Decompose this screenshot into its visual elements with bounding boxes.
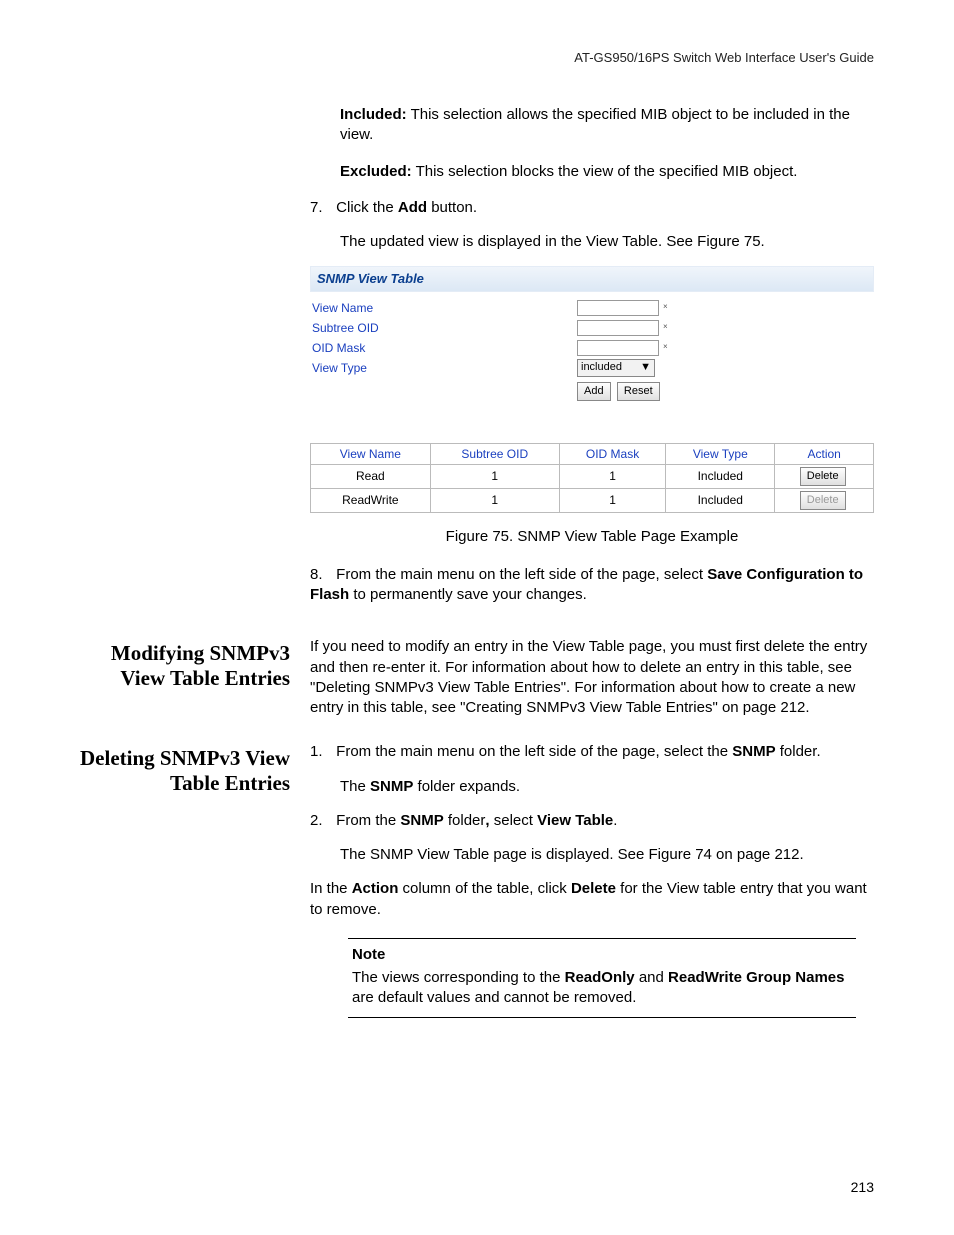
deleting-heading: Deleting SNMPv3 View Table Entries [80,746,290,796]
view-name-input[interactable] [577,300,659,316]
col-subtree-oid: Subtree OID [430,443,559,464]
excluded-text: This selection blocks the view of the sp… [412,163,798,180]
page-number: 213 [851,1179,874,1195]
oid-mask-input[interactable] [577,340,659,356]
deleting-step-1-follow: The SNMP folder expands. [340,777,874,797]
step-8-number: 8. [310,565,332,585]
modifying-heading: Modifying SNMPv3 View Table Entries [80,641,290,691]
view-name-label: View Name [312,300,577,316]
view-table: View Name Subtree OID OID Mask View Type… [310,443,874,513]
delete-button-disabled: Delete [800,491,846,510]
table-row: ReadWrite 1 1 Included Delete [311,488,874,512]
clear-icon[interactable]: × [663,302,668,313]
deleting-step-2: 2. From the SNMP folder, select View Tab… [310,811,874,831]
step-7-follow: The updated view is displayed in the Vie… [340,232,874,252]
add-button[interactable]: Add [577,382,611,401]
oid-mask-label: OID Mask [312,340,577,356]
figure-75-panel: SNMP View Table View Name × Subtree OID … [310,266,874,512]
step-7: 7. Click the Add button. [310,198,874,218]
deleting-step-2-number: 2. [310,811,332,831]
modifying-body: If you need to modify an entry in the Vi… [310,637,874,718]
clear-icon[interactable]: × [663,342,668,353]
subtree-oid-label: Subtree OID [312,320,577,336]
view-type-dropdown[interactable]: included ▼ [577,359,655,377]
deleting-step-1-number: 1. [310,742,332,762]
step-8: 8. From the main menu on the left side o… [310,565,874,606]
clear-icon[interactable]: × [663,322,668,333]
subtree-oid-input[interactable] [577,320,659,336]
excluded-label: Excluded: [340,163,412,180]
note-label: Note [352,945,852,965]
excluded-paragraph: Excluded: This selection blocks the view… [340,162,874,182]
col-view-name: View Name [311,443,431,464]
figure-panel-title: SNMP View Table [310,266,874,292]
view-type-value: included [581,360,622,375]
chevron-down-icon: ▼ [640,360,651,375]
included-label: Included: [340,106,407,123]
delete-button[interactable]: Delete [800,467,846,486]
step-7-line: Click the Add button. [336,199,477,216]
note-block: Note The views corresponding to the Read… [348,938,856,1018]
included-text: This selection allows the specified MIB … [340,106,850,143]
col-action: Action [775,443,874,464]
figure-75-caption: Figure 75. SNMP View Table Page Example [310,527,874,547]
col-view-type: View Type [666,443,775,464]
document-header: AT-GS950/16PS Switch Web Interface User'… [80,50,874,65]
table-row: Read 1 1 Included Delete [311,464,874,488]
step-8-line: From the main menu on the left side of t… [310,566,863,603]
deleting-action-paragraph: In the Action column of the table, click… [310,879,874,920]
view-type-label: View Type [312,360,577,376]
note-body: The views corresponding to the ReadOnly … [352,968,852,1009]
reset-button[interactable]: Reset [617,382,660,401]
col-oid-mask: OID Mask [559,443,665,464]
included-paragraph: Included: This selection allows the spec… [340,105,874,146]
deleting-step-1: 1. From the main menu on the left side o… [310,742,874,762]
step-7-number: 7. [310,198,332,218]
deleting-step-2-follow: The SNMP View Table page is displayed. S… [340,845,874,865]
